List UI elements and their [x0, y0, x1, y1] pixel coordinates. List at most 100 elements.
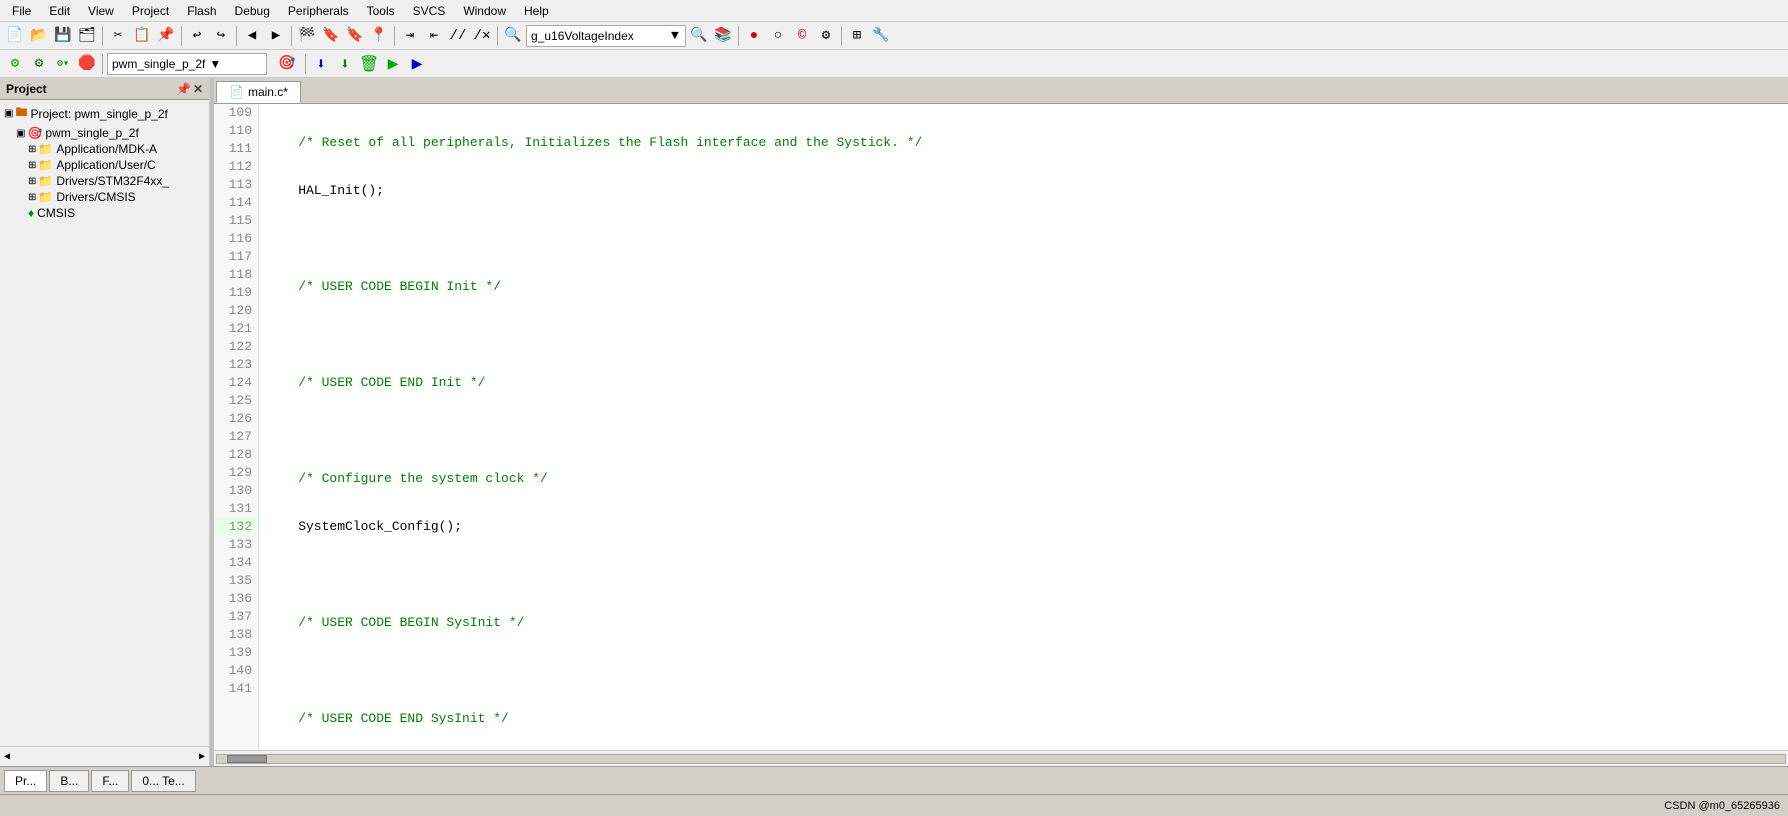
line-num-117: 117	[214, 248, 258, 266]
tree-expand-drivers-stm[interactable]: ⊞	[28, 176, 36, 187]
bookmark-clear-button[interactable]: 📍	[368, 25, 390, 47]
erase-button[interactable]: 🗑	[358, 53, 380, 75]
horizontal-scrollbar[interactable]	[214, 750, 1788, 766]
cmsis-icon: ♦	[28, 206, 34, 220]
save-button[interactable]: 💾	[52, 25, 74, 47]
start-debug-button[interactable]: ▶	[406, 53, 428, 75]
paste-button[interactable]: 📌	[155, 25, 177, 47]
line-num-133: 133	[214, 536, 258, 554]
tree-item-drivers-cmsis[interactable]: ⊞ 📁 Drivers/CMSIS	[0, 189, 209, 205]
search-input[interactable]	[531, 29, 671, 43]
search-dropdown-button[interactable]: ▼	[671, 28, 679, 43]
bottom-tab-build-label: B...	[60, 774, 78, 788]
open-file-button[interactable]: 📂	[28, 25, 50, 47]
folder-icon-2: 📁	[38, 158, 53, 172]
batch-build-icon[interactable]: ⚙▾	[52, 53, 74, 75]
nav-back-button[interactable]: ◀	[241, 25, 263, 47]
code-editor[interactable]: 109 110 111 112 113 114 115 116 117 118 …	[214, 104, 1788, 750]
code-line-109: /* Reset of all peripherals, Initializes…	[259, 134, 1788, 152]
line-num-123: 123	[214, 356, 258, 374]
bookmark-prev-button[interactable]: 🔖	[320, 25, 342, 47]
copy-button[interactable]: 📋	[131, 25, 153, 47]
code-line-111	[259, 230, 1788, 248]
menu-view[interactable]: View	[80, 2, 122, 20]
bookmarks-button[interactable]: 📚	[712, 25, 734, 47]
download-button[interactable]: ⬇	[310, 53, 332, 75]
sep2	[181, 26, 182, 46]
close-panel-button[interactable]: ✕	[193, 82, 203, 96]
menu-debug[interactable]: Debug	[227, 2, 278, 20]
tree-expand-drivers-cmsis[interactable]: ⊞	[28, 192, 36, 203]
save-all-button[interactable]: 🗂	[76, 25, 98, 47]
bookmark-next-button[interactable]: 🔖	[344, 25, 366, 47]
tree-expand-app-user[interactable]: ⊞	[28, 160, 36, 171]
bottom-tab-functions[interactable]: F...	[91, 770, 129, 792]
cut-button[interactable]: ✂	[107, 25, 129, 47]
tab-main-c[interactable]: 📄 main.c*	[216, 81, 301, 103]
tree-label-drivers-cmsis: Drivers/CMSIS	[56, 190, 135, 204]
uncomment-button[interactable]: /✕	[471, 25, 493, 47]
menu-window[interactable]: Window	[455, 2, 514, 20]
tree-item-drivers-stm[interactable]: ⊞ 📁 Drivers/STM32F4xx_	[0, 173, 209, 189]
project-target-dropdown[interactable]: ▼	[209, 57, 221, 71]
project-panel: Project 📌 ✕ ▣ 🖿 Project: pwm_single_p_2f…	[0, 78, 210, 766]
line-num-113: 113	[214, 176, 258, 194]
new-file-button[interactable]: 📄	[4, 25, 26, 47]
tree-item-app-user[interactable]: ⊞ 📁 Application/User/C	[0, 157, 209, 173]
line-num-140: 140	[214, 662, 258, 680]
download-target-button[interactable]: ⬇	[334, 53, 356, 75]
tree-item-target[interactable]: ▣ 🎯 pwm_single_p_2f	[0, 125, 209, 141]
code-line-110: HAL_Init();	[259, 182, 1788, 200]
debug-red-button[interactable]: ●	[743, 25, 765, 47]
menu-peripherals[interactable]: Peripherals	[280, 2, 357, 20]
menu-help[interactable]: Help	[516, 2, 557, 20]
line-num-109: 109	[214, 104, 258, 122]
bookmark-set-button[interactable]: 🏁	[296, 25, 318, 47]
stop-build-icon[interactable]: 🛑	[76, 53, 98, 75]
unindent-button[interactable]: ⇤	[423, 25, 445, 47]
bottom-tab-functions-label: F...	[102, 774, 118, 788]
tree-label-root: Project: pwm_single_p_2f	[30, 107, 167, 121]
build-icon[interactable]: ⚙	[4, 53, 26, 75]
menu-project[interactable]: Project	[124, 2, 177, 20]
code-line-113	[259, 326, 1788, 344]
redo-button[interactable]: ↪	[210, 25, 232, 47]
target-options-button[interactable]: 🎯	[273, 53, 301, 75]
tree-expand-app-mdk[interactable]: ⊞	[28, 144, 36, 155]
scroll-right-button[interactable]: ▶	[199, 751, 205, 763]
comment-button[interactable]: //	[447, 25, 469, 47]
nav-forward-button[interactable]: ▶	[265, 25, 287, 47]
rebuild-icon[interactable]: ⚙	[28, 53, 50, 75]
tree-item-root[interactable]: ▣ 🖿 Project: pwm_single_p_2f	[0, 102, 209, 125]
tree-expand-root[interactable]: ▣	[4, 108, 13, 119]
project-header-icons: 📌 ✕	[176, 82, 203, 96]
folder-icon-4: 📁	[38, 190, 53, 204]
debug-settings-button[interactable]: ⚙	[815, 25, 837, 47]
run-button[interactable]: ▶	[382, 53, 404, 75]
code-content[interactable]: /* Reset of all peripherals, Initializes…	[259, 104, 1788, 750]
find-icon[interactable]: 🔍	[502, 25, 524, 47]
tree-item-app-mdk[interactable]: ⊞ 📁 Application/MDK-A	[0, 141, 209, 157]
tree-expand-target[interactable]: ▣	[16, 128, 25, 139]
tools-button[interactable]: 🔧	[870, 25, 892, 47]
debug-c-button[interactable]: ©	[791, 25, 813, 47]
bottom-tab-project[interactable]: Pr...	[4, 770, 47, 792]
debug-circle-button[interactable]: ○	[767, 25, 789, 47]
search-go-button[interactable]: 🔍	[688, 25, 710, 47]
line-num-138: 138	[214, 626, 258, 644]
sep4	[291, 26, 292, 46]
undo-button[interactable]: ↩	[186, 25, 208, 47]
menu-edit[interactable]: Edit	[41, 2, 78, 20]
menu-tools[interactable]: Tools	[359, 2, 403, 20]
indent-button[interactable]: ⇥	[399, 25, 421, 47]
menu-flash[interactable]: Flash	[179, 2, 224, 20]
menu-bar: File Edit View Project Flash Debug Perip…	[0, 0, 1788, 22]
scroll-left-button[interactable]: ◀	[4, 751, 10, 763]
bottom-tab-templates[interactable]: 0... Te...	[131, 770, 195, 792]
menu-svcs[interactable]: SVCS	[405, 2, 454, 20]
pin-icon[interactable]: 📌	[176, 82, 191, 96]
view-button[interactable]: ⊞	[846, 25, 868, 47]
tree-item-cmsis[interactable]: ♦ CMSIS	[0, 205, 209, 221]
menu-file[interactable]: File	[4, 2, 39, 20]
bottom-tab-build[interactable]: B...	[49, 770, 89, 792]
